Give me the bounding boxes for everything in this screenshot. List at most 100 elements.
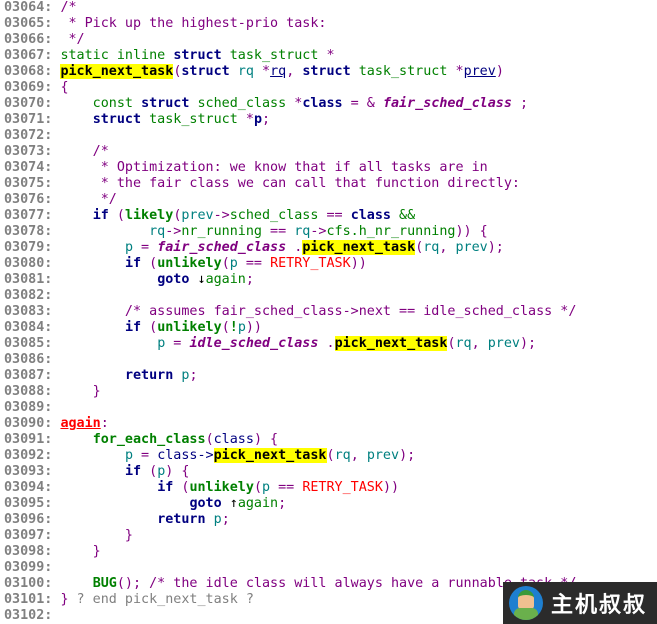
punctuation: ,	[439, 240, 456, 255]
code-line: 03066: */	[4, 32, 576, 48]
line-number: 03100:	[4, 576, 53, 591]
macro-call: unlikely	[157, 256, 222, 271]
identifier: cfs.h_nr_running	[326, 224, 456, 239]
code-line: 03072:	[4, 128, 576, 144]
punctuation: (	[108, 208, 125, 223]
variable: prev	[455, 240, 488, 255]
code-line: 03069: {	[4, 80, 576, 96]
parameter-link[interactable]: prev	[464, 64, 496, 79]
code-line: 03083: /* assumes fair_sched_class->next…	[4, 304, 576, 320]
code-line: 03085: p = idle_sched_class .pick_next_t…	[4, 336, 576, 352]
variable: rq	[294, 224, 311, 239]
struct-instance-link[interactable]: fair_sched_class	[157, 240, 286, 255]
variable: prev	[181, 208, 214, 223]
punctuation: ;	[245, 272, 254, 287]
punctuation: ,	[471, 336, 488, 351]
variable: p	[213, 512, 222, 527]
punctuation: ))	[382, 480, 400, 495]
code-line: 03067: static inline struct task_struct …	[4, 48, 576, 64]
keyword: class	[350, 208, 391, 223]
mechanic-avatar-icon	[509, 586, 543, 620]
punctuation: )) {	[455, 224, 488, 239]
punctuation: }	[60, 528, 133, 543]
code-line: 03086:	[4, 352, 576, 368]
punctuation: }	[60, 592, 69, 607]
keyword: if	[92, 208, 109, 223]
code-line: 03087: return p;	[4, 368, 576, 384]
punctuation: )	[495, 64, 504, 79]
constant: RETRY_TASK	[302, 480, 383, 495]
code-line: 03101: } ? end pick_next_task ?	[4, 592, 576, 608]
line-number: 03075:	[4, 176, 53, 191]
line-number: 03072:	[4, 128, 53, 143]
line-number: 03067:	[4, 48, 53, 63]
punctuation	[206, 512, 214, 527]
goto-label[interactable]: again	[60, 416, 100, 431]
keyword: goto	[189, 496, 222, 511]
keyword: return	[157, 512, 206, 527]
code-line: 03095: goto ↑again;	[4, 496, 576, 512]
highlighted-identifier[interactable]: pick_next_task	[334, 336, 448, 351]
punctuation: .	[286, 240, 303, 255]
code-line: 03079: p = fair_sched_class .pick_next_t…	[4, 240, 576, 256]
punctuation: );	[520, 336, 537, 351]
punctuation	[60, 576, 92, 591]
code-line: 03080: if (unlikely(p == RETRY_TASK))	[4, 256, 576, 272]
line-number: 03071:	[4, 112, 53, 127]
variable: rq	[149, 224, 166, 239]
code-line: 03065: * Pick up the highest-prio task:	[4, 16, 576, 32]
line-number: 03070:	[4, 96, 53, 111]
punctuation: ))	[350, 256, 367, 271]
punctuation	[60, 256, 125, 271]
constant: RETRY_TASK	[270, 256, 351, 271]
punctuation: *	[326, 48, 335, 63]
line-number: 03102:	[4, 608, 53, 623]
highlighted-identifier[interactable]: pick_next_task	[213, 448, 327, 463]
line-number: 03068:	[4, 64, 53, 79]
keyword: if	[124, 320, 142, 335]
punctuation: *	[253, 64, 271, 79]
line-number: 03097:	[4, 528, 53, 543]
line-number: 03099:	[4, 560, 53, 575]
punctuation: );	[487, 240, 504, 255]
highlighted-identifier[interactable]: pick_next_task	[302, 240, 416, 255]
punctuation: ))	[245, 320, 262, 335]
struct-instance-link[interactable]: fair_sched_class	[383, 96, 512, 111]
punctuation: (	[173, 480, 190, 495]
highlighted-identifier[interactable]: pick_next_task	[60, 64, 174, 79]
punctuation: ->	[213, 208, 230, 223]
line-number: 03064:	[4, 0, 53, 15]
macro-call: for_each_class	[92, 432, 206, 447]
variable: rq	[423, 240, 440, 255]
punctuation: =	[133, 448, 158, 463]
code-line: 03064: /*	[4, 0, 576, 16]
line-number: 03090:	[4, 416, 53, 431]
punctuation: ;	[221, 512, 230, 527]
punctuation: ) {	[165, 464, 190, 479]
punctuation	[60, 496, 189, 511]
punctuation: *	[245, 112, 254, 127]
jump-arrow-icon: ↑	[221, 496, 238, 511]
punctuation	[60, 432, 92, 447]
code-line: 03088: }	[4, 384, 576, 400]
keyword: struct	[302, 64, 351, 79]
variable: rq	[334, 448, 351, 463]
parameter-link[interactable]: rq	[270, 64, 286, 79]
line-number: 03080:	[4, 256, 53, 271]
line-number: 03089:	[4, 400, 53, 415]
macro-call: unlikely	[157, 320, 222, 335]
code-line: 03082:	[4, 288, 576, 304]
comment: */	[60, 32, 85, 47]
struct-instance-link[interactable]: idle_sched_class	[189, 336, 318, 351]
variable: p	[229, 256, 238, 271]
code-line: 03071: struct task_struct *p;	[4, 112, 576, 128]
variable: prev	[487, 336, 520, 351]
punctuation: }	[60, 544, 101, 559]
line-number: 03094:	[4, 480, 53, 495]
code-line: 03098: }	[4, 544, 576, 560]
code-line: 03090: again:	[4, 416, 576, 432]
punctuation: (	[221, 320, 230, 335]
variable: p	[124, 448, 133, 463]
punctuation	[60, 272, 157, 287]
keyword: struct	[173, 48, 222, 63]
